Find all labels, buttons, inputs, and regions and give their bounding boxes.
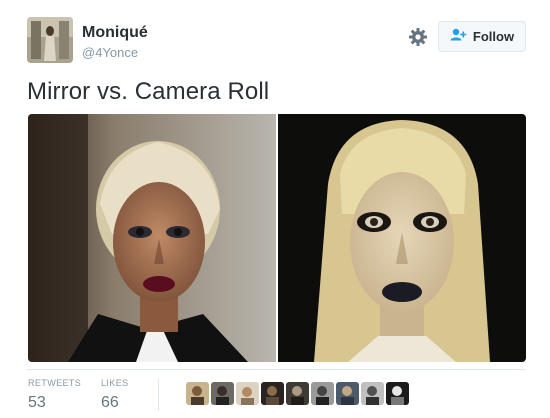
liker-avatar[interactable] [261,382,284,405]
display-name[interactable]: Moniqué [82,24,148,42]
retweets-count: 53 [28,394,46,411]
avatar[interactable] [27,17,73,63]
liker-avatars [186,382,409,405]
media-photo-left[interactable] [28,114,276,362]
retweets-label: RETWEETS [28,378,82,388]
retweets-stat[interactable]: RETWEETS 53 [28,378,81,412]
likes-count: 66 [101,394,119,411]
add-user-icon [450,28,467,46]
liker-avatar[interactable] [336,382,359,405]
liker-avatar[interactable] [211,382,234,405]
liker-avatar[interactable] [186,382,209,405]
stats-divider [27,369,526,370]
user-handle[interactable]: @4Yonce [82,45,138,60]
likes-stat[interactable]: LIKES 66 [101,378,129,412]
gear-icon[interactable] [408,27,428,47]
follow-label: Follow [472,29,515,44]
liker-avatar[interactable] [386,382,409,405]
liker-avatar[interactable] [236,382,259,405]
likes-label: LIKES [101,378,129,388]
liker-avatar[interactable] [311,382,334,405]
media-photo-right[interactable] [278,114,526,362]
follow-button[interactable]: Follow [438,21,526,52]
liker-avatar[interactable] [286,382,309,405]
liker-avatar[interactable] [361,382,384,405]
stats-separator [158,378,159,411]
tweet-text: Mirror vs. Camera Roll [27,78,270,105]
tweet-media[interactable] [28,114,526,362]
